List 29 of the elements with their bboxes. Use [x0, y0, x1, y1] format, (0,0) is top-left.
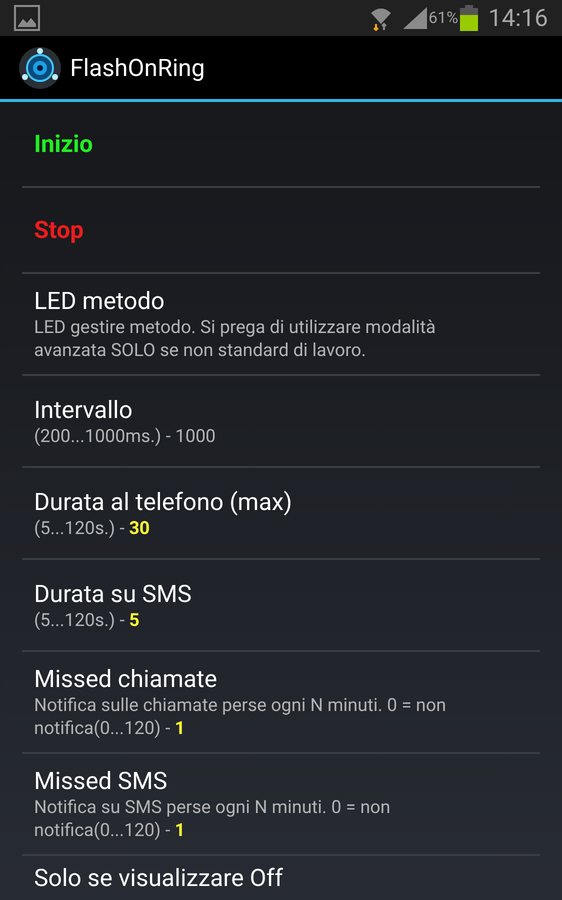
- signal-icon: [402, 7, 427, 29]
- preference-item[interactable]: Missed SMS Notifica su SMS perse ogni N minuti. 0 = non notifica(0...120) - 1: [22, 754, 540, 856]
- clock: 14:16: [488, 3, 548, 34]
- menu-item[interactable]: Inizio: [22, 102, 540, 188]
- preference-item[interactable]: Durata su SMS (5...120s.) - 5: [22, 560, 540, 652]
- app-title: FlashOnRing: [70, 52, 205, 84]
- preference-title: Durata al telefono (max): [34, 486, 294, 516]
- preference-title: Durata su SMS: [34, 578, 193, 608]
- battery-icon: [460, 5, 478, 31]
- preference-title: Solo se visualizzare Off: [34, 864, 284, 892]
- preference-title: Missed chiamate: [34, 664, 218, 694]
- preference-item[interactable]: LED metodo LED gestire metodo. Si prega di utilizzare modalità avanzata SOLO se non standard di lavoro.: [22, 274, 540, 376]
- preference-title: LED metodo: [34, 286, 166, 316]
- preference-summary: LED gestire metodo. Si prega di utilizzare modalità avanzata SOLO se non standard di lavoro.: [34, 316, 437, 362]
- picture-notification-icon: [14, 5, 40, 31]
- preference-item[interactable]: Intervallo (200...1000ms.) - 1000: [22, 376, 540, 468]
- preference-title: Missed SMS: [34, 766, 168, 796]
- preference-summary: Notifica sulle chiamate perse ogni N minuti. 0 = non notifica(0...120) - 1: [34, 694, 448, 740]
- menu-item[interactable]: Stop: [22, 188, 540, 274]
- preference-title: Intervallo: [34, 394, 134, 424]
- preference-summary: (5...120s.) - 30: [34, 516, 151, 540]
- battery-percent: 61%: [428, 7, 458, 29]
- app-logo-icon: [18, 46, 62, 90]
- preference-item[interactable]: Missed chiamate Notifica sulle chiamate perse ogni N minuti. 0 = non notifica(0...120) - 1: [22, 652, 540, 754]
- preference-summary: (5...120s.) - 5: [34, 608, 140, 632]
- preference-item[interactable]: Durata al telefono (max) (5...120s.) - 30: [22, 468, 540, 560]
- preference-summary: (200...1000ms.) - 1000: [34, 424, 217, 448]
- preference-summary: Notifica su SMS perse ogni N minuti. 0 = non notifica(0...120) - 1: [34, 796, 392, 842]
- preference-item[interactable]: Solo se visualizzare Off: [22, 856, 540, 892]
